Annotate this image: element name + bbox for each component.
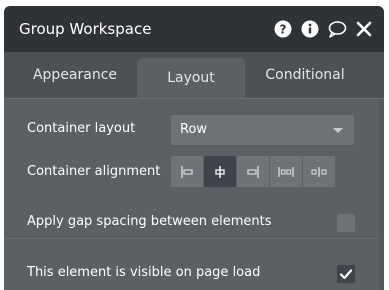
tab-bar: Appearance Layout Conditional: [4, 52, 384, 98]
tab-layout[interactable]: Layout: [137, 58, 245, 98]
scrollbar[interactable]: [379, 99, 384, 290]
align-left-button[interactable]: [171, 156, 203, 187]
checkmark-icon: [339, 269, 353, 280]
space-around-icon: [311, 166, 327, 177]
info-icon[interactable]: [300, 19, 320, 39]
gap-spacing-label: Apply gap spacing between elements: [27, 214, 272, 229]
container-layout-value: Row: [180, 122, 208, 137]
align-center-icon: [215, 165, 225, 178]
align-left-icon: [181, 165, 193, 178]
visible-on-load-checkbox[interactable]: [337, 265, 355, 283]
container-alignment-label: Container alignment: [27, 164, 161, 179]
container-layout-label: Container layout: [27, 121, 136, 136]
align-right-icon: [247, 165, 259, 178]
chevron-down-icon: [333, 128, 343, 133]
align-center-button[interactable]: [204, 156, 236, 187]
space-between-icon: [278, 166, 294, 177]
comment-icon[interactable]: [327, 19, 347, 39]
title-bar[interactable]: Group Workspace ?: [4, 6, 384, 52]
svg-text:?: ?: [280, 23, 287, 37]
align-right-button[interactable]: [237, 156, 269, 187]
container-alignment-buttons: [171, 156, 336, 187]
layout-tab-content: Container layout Row Container alignment: [4, 98, 384, 290]
help-icon[interactable]: ?: [273, 19, 293, 39]
gap-spacing-checkbox[interactable]: [337, 214, 355, 232]
tab-conditional[interactable]: Conditional: [245, 52, 365, 98]
container-layout-dropdown[interactable]: Row: [171, 115, 354, 145]
property-editor-panel: Group Workspace ? Appearance Layout Cond…: [4, 6, 384, 290]
divider: [4, 238, 378, 239]
window-title: Group Workspace: [19, 20, 152, 38]
close-icon[interactable]: [354, 19, 374, 39]
space-around-button[interactable]: [303, 156, 335, 187]
tab-appearance[interactable]: Appearance: [13, 52, 137, 98]
title-icons: ?: [273, 19, 374, 39]
visible-on-load-label: This element is visible on page load: [27, 265, 261, 280]
space-between-button[interactable]: [270, 156, 302, 187]
